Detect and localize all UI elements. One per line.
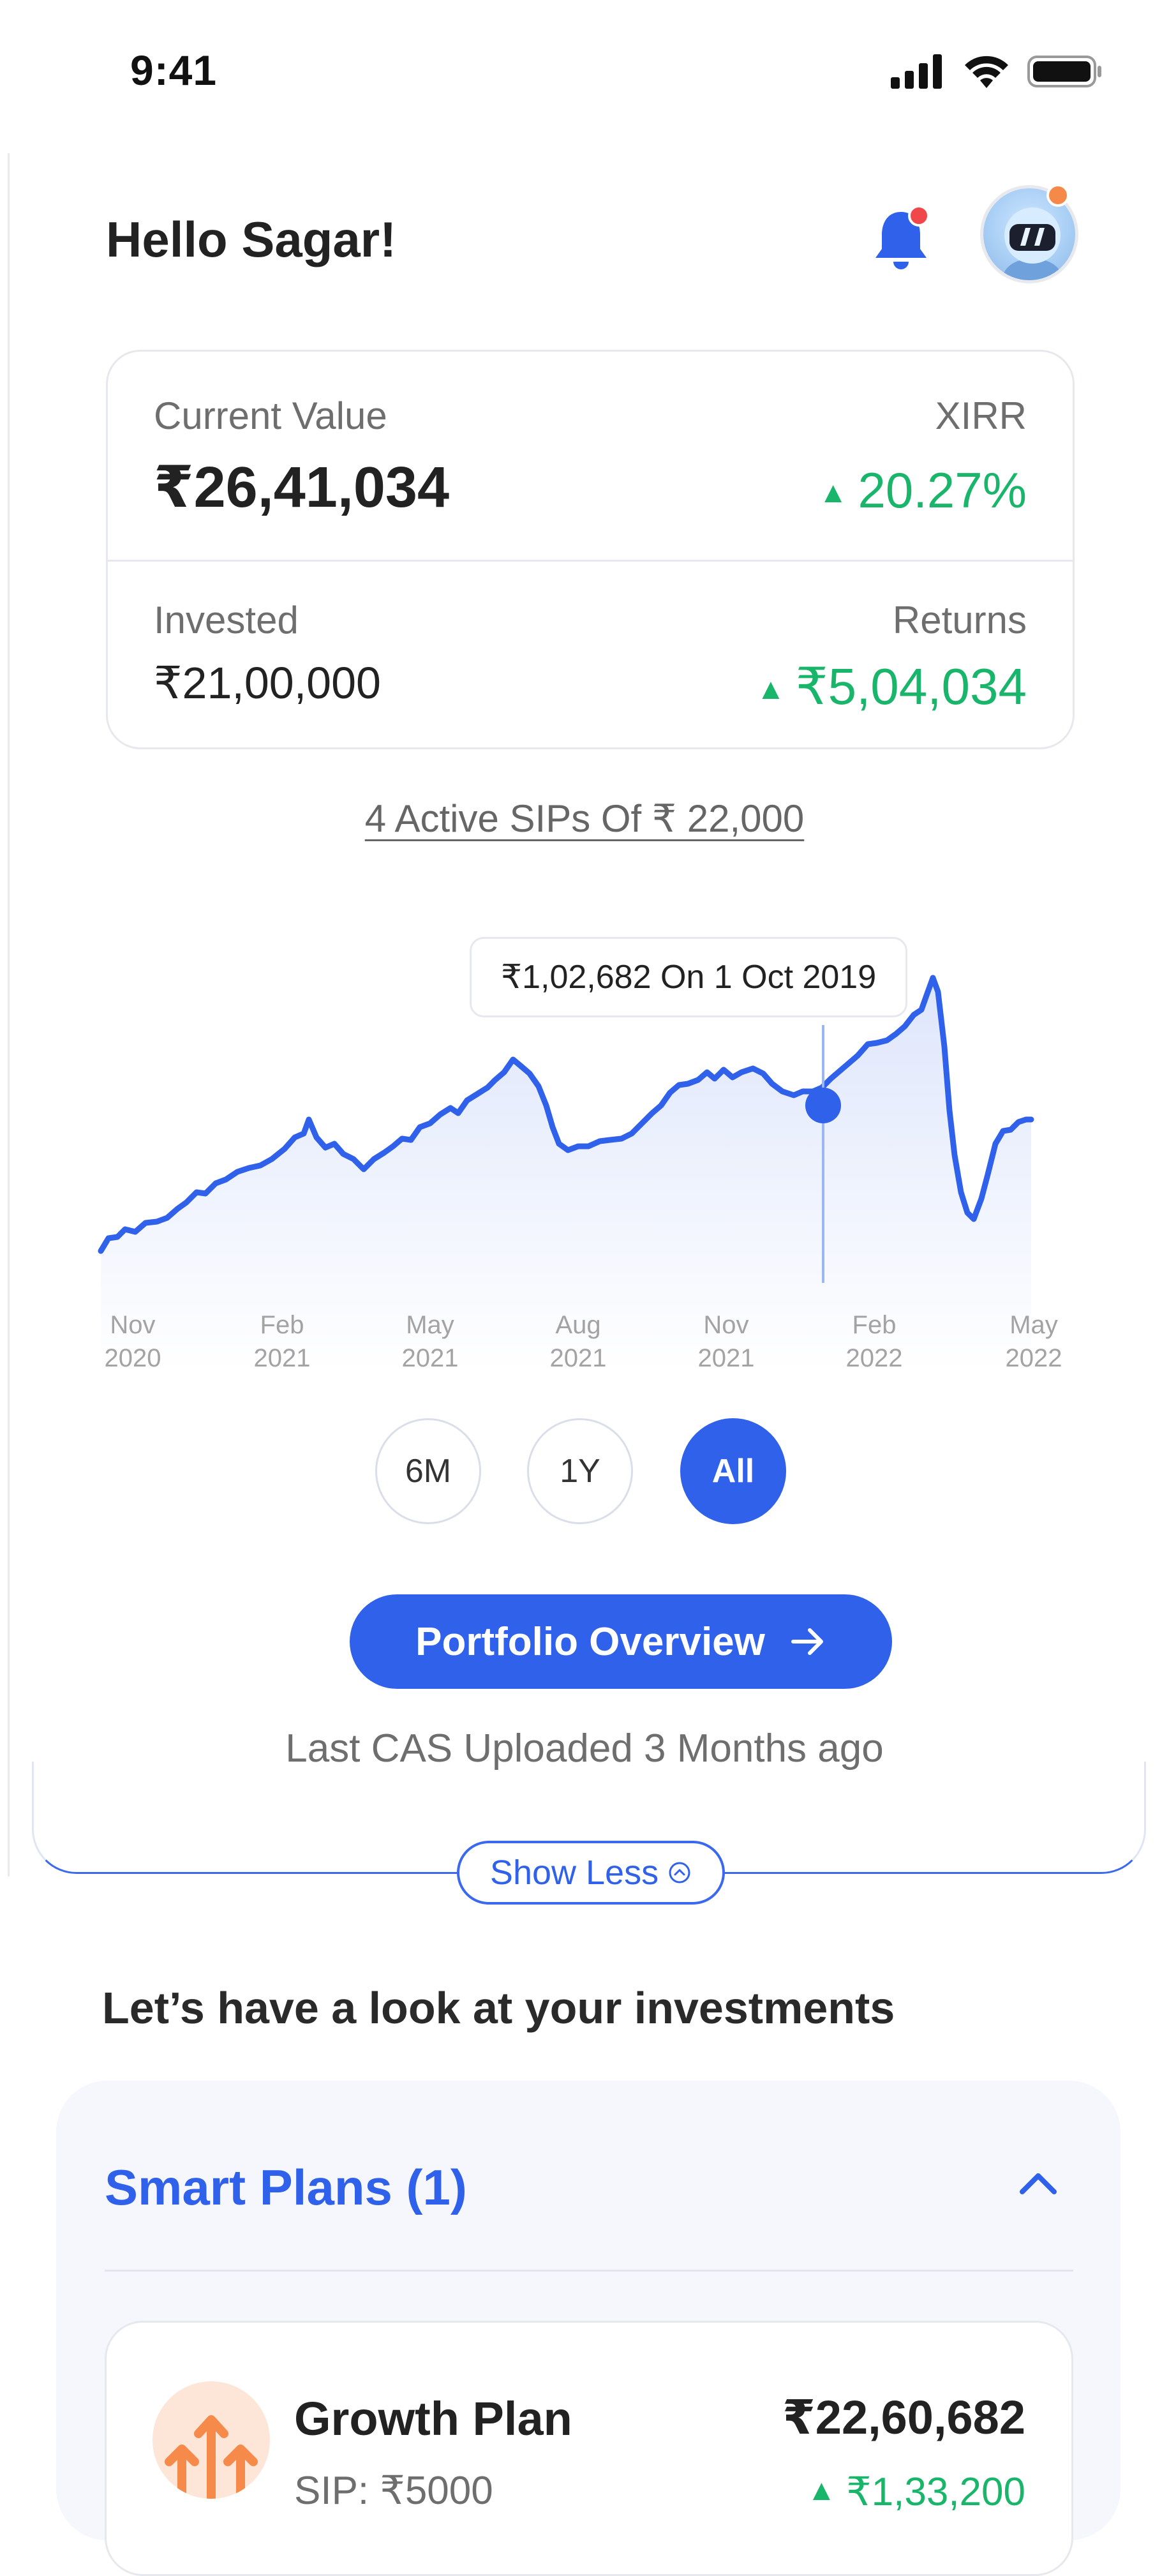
growth-plan-icon [153,2381,270,2499]
show-less-button[interactable]: Show Less [457,1841,725,1905]
returns-label: Returns [892,599,1027,641]
smart-plans-title[interactable]: Smart Plans (1) [105,2159,467,2217]
range-all-button[interactable]: All [680,1418,786,1524]
portfolio-overview-button[interactable]: Portfolio Overview [350,1594,892,1689]
chevron-up-icon[interactable] [1016,2168,1061,2199]
current-value: ₹26,41,034 [154,456,450,520]
x-tick-label: Nov 2021 [697,1311,755,1372]
status-bar: 9:41 [0,0,1169,148]
up-arrow-icon: ▲ [818,476,848,509]
greeting: Hello Sagar! [106,211,397,267]
up-arrow-icon: ▲ [756,672,786,705]
chevron-up-circle-icon [669,1862,690,1883]
plan-return-wrap: ▲ ₹1,33,200 [807,2468,1025,2515]
returns-value: ₹5,04,034 [795,658,1027,715]
x-tick-label: May 2021 [401,1311,459,1372]
notification-button[interactable] [869,204,933,274]
x-tick-label: Feb 2021 [253,1311,311,1372]
invested-value: ₹21,00,000 [154,658,381,708]
xirr-value: 20.27% [858,462,1027,518]
range-1y-button[interactable]: 1Y [527,1418,633,1524]
up-arrow-icon: ▲ [807,2473,837,2506]
range-selector: 6M 1Y All [0,1418,1169,1524]
plan-sip: SIP: ₹5000 [294,2469,493,2513]
plan-value: ₹22,60,682 [782,2391,1025,2444]
wifi-icon [965,56,1008,88]
x-tick-label: May 2022 [1005,1311,1062,1372]
battery-icon [1027,56,1101,87]
current-value-label: Current Value [154,394,387,437]
xirr-label: XIRR [935,394,1027,437]
chart-x-axis: Nov 2020 Feb 2021 May 2021 Aug 2021 Nov 2021 … [77,1308,1098,1385]
divider [105,2270,1073,2272]
status-icons [891,54,1103,89]
invested-label: Invested [154,599,299,641]
investments-title: Let’s have a look at your investments [102,1983,895,2033]
avatar-badge [1046,184,1069,207]
chart-tooltip: ₹1,02,682 On 1 Oct 2019 [470,937,908,1017]
chart-selected-point[interactable] [805,1088,841,1123]
portfolio-chart[interactable]: ₹1,02,682 On 1 Oct 2019 [96,937,1078,1372]
x-tick-label: Nov 2020 [104,1311,161,1372]
plan-name: Growth Plan [294,2392,572,2445]
range-6m-button[interactable]: 6M [375,1418,481,1524]
plan-return: ₹1,33,200 [846,2470,1025,2514]
show-less-label: Show Less [489,1853,659,1892]
active-sips-link[interactable]: 4 Active SIPs Of ₹ 22,000 [0,797,1169,841]
status-time: 9:41 [130,47,218,94]
growth-plan-card[interactable]: Growth Plan SIP: ₹5000 ₹22,60,682 ▲ ₹1,33… [105,2321,1073,2576]
xirr-value-wrap: ▲ 20.27% [819,461,1027,520]
summary-card: Current Value ₹26,41,034 XIRR ▲ 20.27% In… [106,350,1075,749]
divider [108,560,1073,562]
growth-arrows-icon [165,2415,258,2499]
header: Hello Sagar! [106,184,1089,287]
x-tick-label: Feb 2022 [845,1311,903,1372]
returns-value-wrap: ▲ ₹5,04,034 [756,657,1027,716]
portfolio-overview-label: Portfolio Overview [415,1619,765,1664]
signal-icon [891,54,942,89]
x-tick-label: Aug 2021 [549,1311,607,1372]
arrow-right-icon [791,1628,823,1655]
bell-icon [875,205,930,269]
